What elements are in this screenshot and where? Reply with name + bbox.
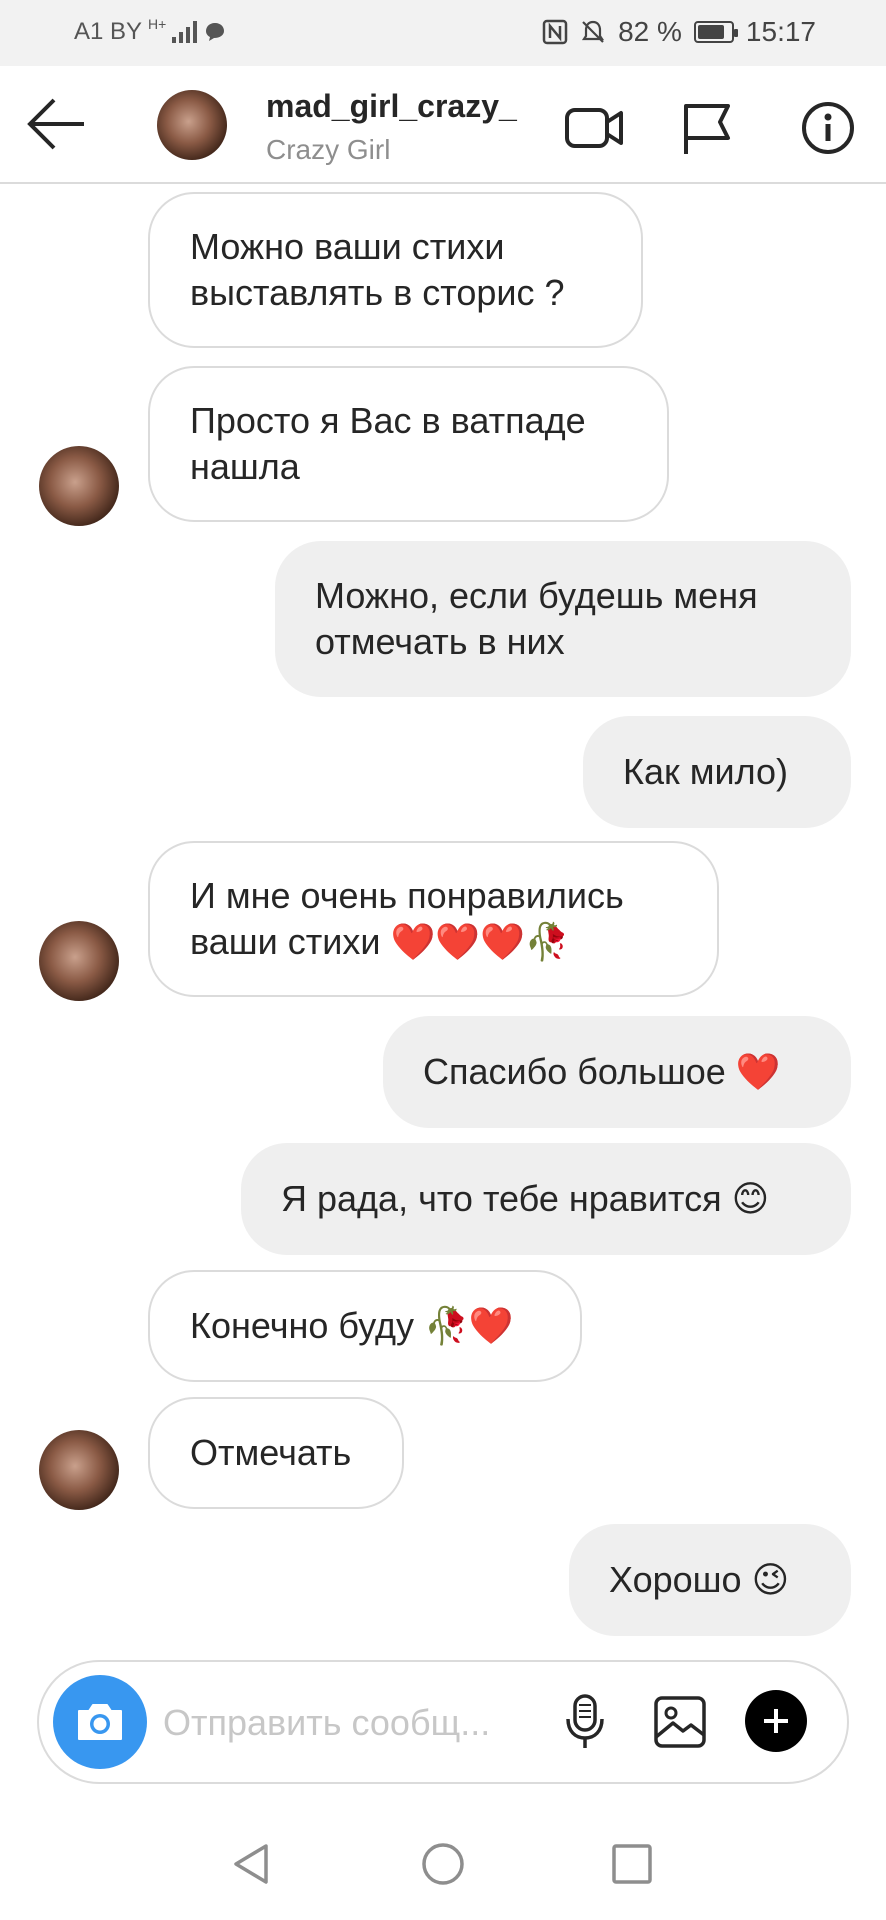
clock: 15:17	[745, 16, 816, 47]
message-text: Просто я Вас в ватпаде нашла	[190, 400, 586, 487]
message-input[interactable]	[163, 1690, 563, 1756]
status-bar: A1 BY H+ 82 % 15:17	[0, 0, 886, 66]
profile-username[interactable]: mad_girl_crazy_	[266, 88, 517, 125]
sender-avatar[interactable]	[39, 921, 119, 1001]
battery-icon	[693, 21, 738, 43]
carrier-label: A1 BY	[74, 18, 143, 45]
message-incoming[interactable]: Конечно буду 🥀❤️	[148, 1270, 582, 1382]
battery-fill	[697, 25, 724, 39]
profile-display-name: Crazy Girl	[266, 134, 391, 165]
nav-home-button[interactable]	[419, 1840, 467, 1888]
nav-recents-button[interactable]	[608, 1840, 656, 1888]
message-thread[interactable]: Можно ваши стихи выставлять в сторис ? П…	[0, 186, 886, 1656]
profile-avatar[interactable]	[157, 90, 227, 160]
message-text: И мне очень понравились ваши стихи ❤️❤️❤…	[190, 875, 624, 962]
message-text: Можно, если будешь меня отмечать в них	[315, 575, 758, 662]
message-text: Отмечать	[190, 1432, 352, 1473]
square-recents-icon	[612, 1844, 652, 1884]
more-actions-button[interactable]	[745, 1690, 807, 1752]
message-text: Хорошо 😉	[609, 1559, 790, 1600]
message-incoming[interactable]: Отмечать	[148, 1397, 404, 1509]
info-icon	[802, 102, 854, 154]
triangle-back-icon	[234, 1844, 268, 1884]
arrow-left-icon	[27, 98, 84, 150]
nav-back-button[interactable]	[228, 1840, 276, 1888]
gallery-button[interactable]	[648, 1690, 712, 1754]
message-incoming[interactable]: Можно ваши стихи выставлять в сторис ?	[148, 192, 643, 348]
sender-avatar[interactable]	[39, 446, 119, 526]
report-button[interactable]	[678, 100, 742, 156]
message-text: Можно ваши стихи выставлять в сторис ?	[190, 226, 565, 313]
message-text: Конечно буду 🥀❤️	[190, 1305, 514, 1346]
message-composer	[37, 1660, 849, 1784]
sender-avatar[interactable]	[39, 1430, 119, 1510]
voice-message-button[interactable]	[553, 1690, 617, 1754]
info-button[interactable]	[796, 100, 860, 156]
battery-percent: 82 %	[618, 16, 682, 47]
camera-button[interactable]	[53, 1675, 147, 1769]
message-incoming[interactable]: И мне очень понравились ваши стихи ❤️❤️❤…	[148, 841, 719, 997]
video-camera-icon	[565, 108, 623, 148]
back-button[interactable]	[26, 96, 88, 152]
mute-bell-icon	[582, 20, 605, 43]
message-incoming[interactable]: Просто я Вас в ватпаде нашла	[148, 366, 669, 522]
chat-bubble-icon	[206, 23, 225, 41]
message-outgoing[interactable]: Как мило)	[583, 716, 851, 828]
microphone-icon	[566, 1694, 604, 1748]
nfc-icon	[542, 19, 568, 45]
message-outgoing[interactable]: Хорошо 😉	[569, 1524, 851, 1636]
message-text: Я рада, что тебе нравится 😊	[281, 1178, 770, 1219]
status-left: A1 BY H+	[74, 16, 226, 46]
message-outgoing[interactable]: Я рада, что тебе нравится 😊	[241, 1143, 851, 1255]
signal-icon	[172, 21, 198, 43]
circle-home-icon	[422, 1843, 464, 1885]
image-icon	[654, 1696, 706, 1748]
video-call-button[interactable]	[563, 100, 627, 156]
flag-icon	[684, 104, 730, 154]
chat-header: mad_girl_crazy_ Crazy Girl	[0, 66, 886, 184]
message-outgoing[interactable]: Спасибо большое ❤️	[383, 1016, 851, 1128]
plus-icon	[764, 1709, 788, 1733]
system-nav-bar	[0, 1800, 886, 1920]
message-text: Спасибо большое ❤️	[423, 1051, 781, 1092]
camera-icon	[78, 1704, 122, 1740]
network-type: H+	[148, 16, 167, 32]
message-outgoing[interactable]: Можно, если будешь меня отмечать в них	[275, 541, 851, 697]
status-right: 82 % 15:17	[542, 16, 816, 48]
message-text: Как мило)	[623, 751, 789, 792]
